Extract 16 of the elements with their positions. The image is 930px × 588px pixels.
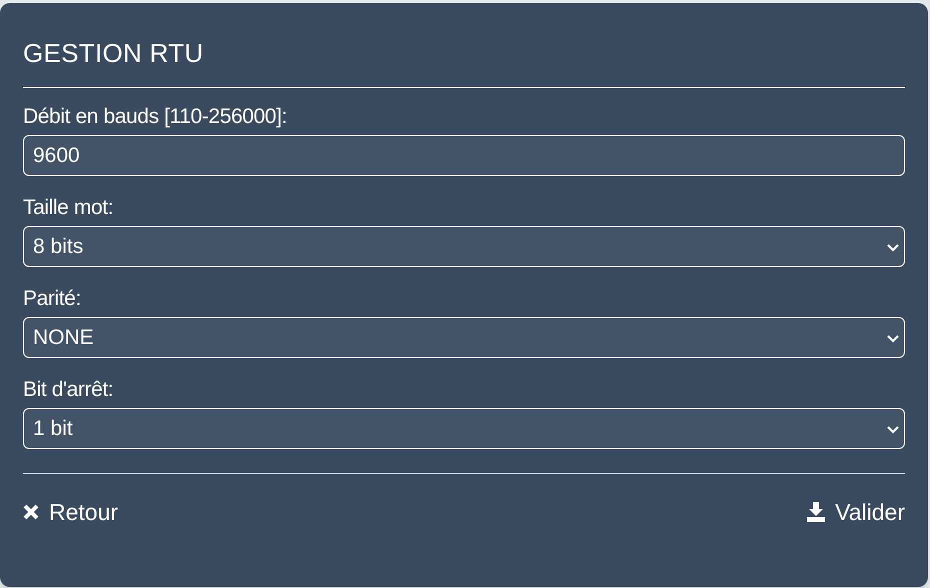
close-icon [23, 504, 39, 520]
field-label: Débit en bauds [110-256000]: [23, 104, 288, 130]
field-label: Parité: [23, 286, 82, 312]
chevron-down-icon [886, 242, 900, 252]
dropdown-select[interactable]: 8 bits [23, 226, 905, 267]
dropdown-select[interactable]: NONE [23, 317, 905, 358]
input-field[interactable]: 9600 [23, 135, 905, 176]
download-icon [807, 502, 826, 522]
dropdown-select[interactable]: 1 bit [23, 408, 905, 449]
back-button[interactable]: Retour [23, 495, 118, 530]
chevron-down-icon [886, 424, 900, 434]
field-label: Bit d'arrêt: [23, 377, 114, 403]
validate-button[interactable]: Valider [807, 495, 905, 530]
dialog-title: GESTION RTU [23, 37, 205, 69]
field-label: Taille mot: [23, 195, 114, 221]
chevron-down-icon [886, 332, 900, 342]
